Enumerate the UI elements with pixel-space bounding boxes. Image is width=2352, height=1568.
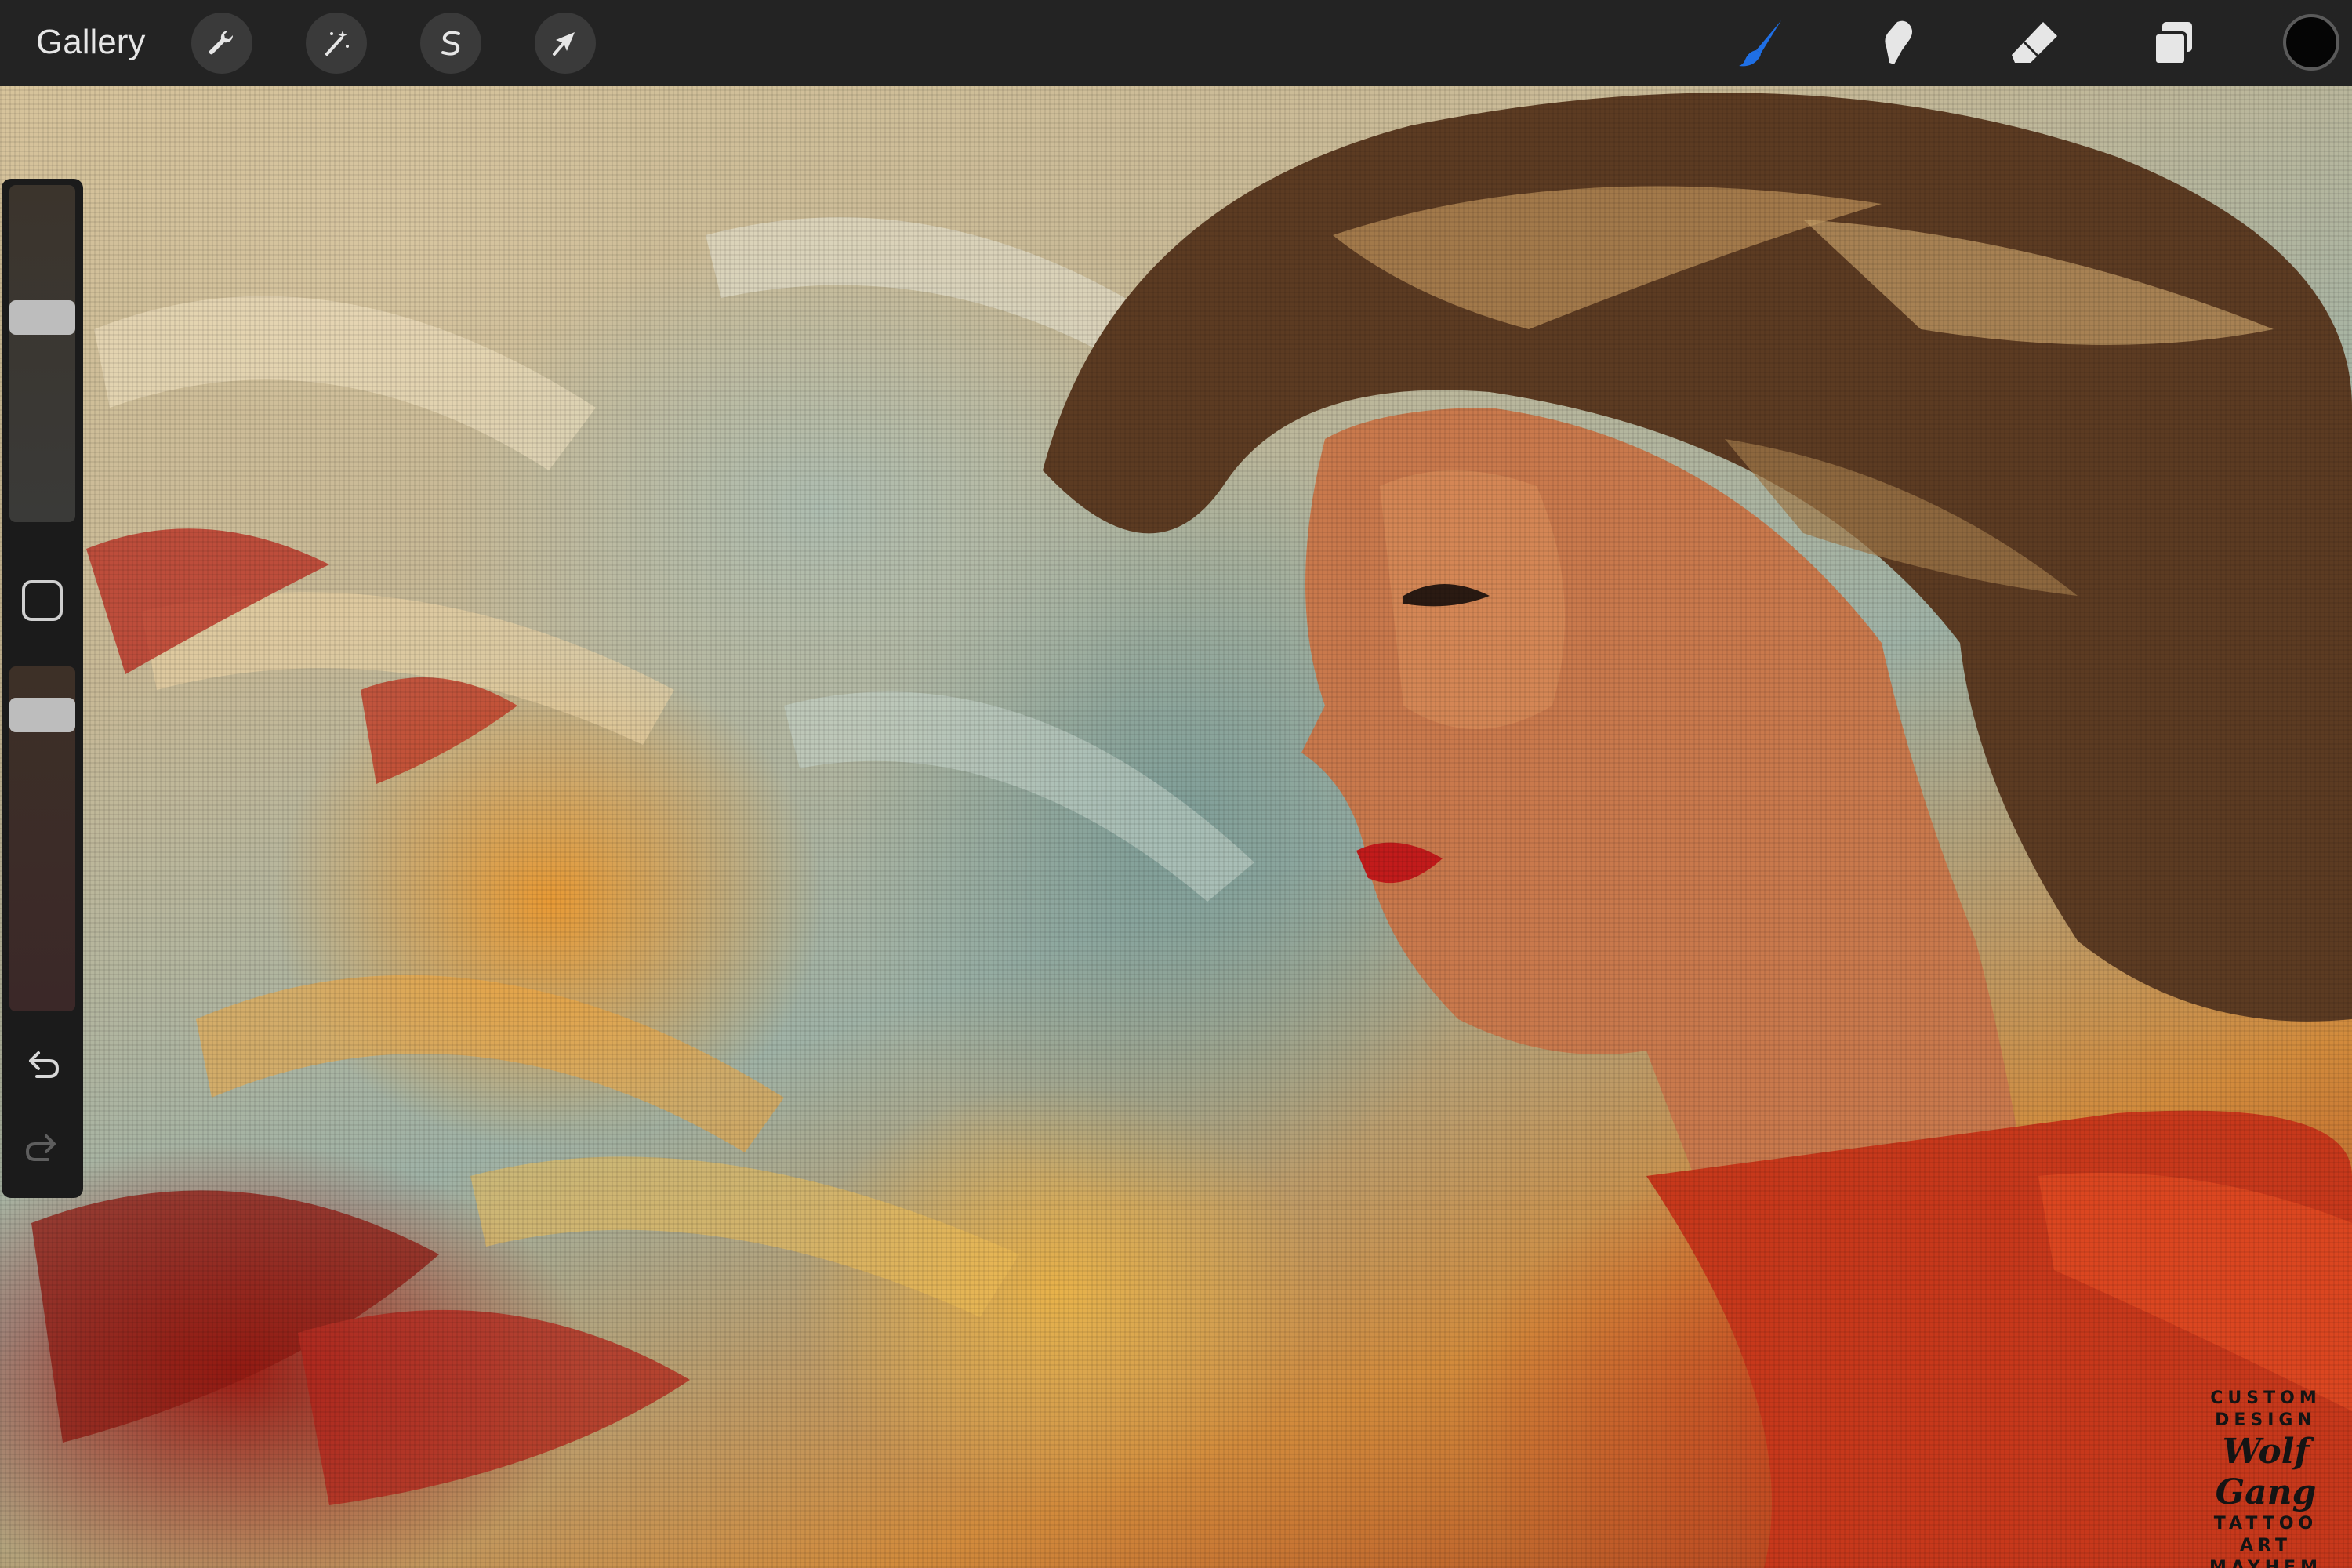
smudge-icon xyxy=(1885,20,1912,65)
left-sidebar xyxy=(2,179,83,1198)
color-picker-button[interactable] xyxy=(2283,14,2339,71)
brush-icon xyxy=(1739,20,1781,67)
layers-button[interactable] xyxy=(2145,14,2203,72)
procreate-app: Gallery CUSTOM DESIGN Wolf Gang TATTOO A… xyxy=(0,0,2352,1568)
redo-icon xyxy=(25,1134,56,1161)
brush-size-slider-thumb[interactable] xyxy=(9,300,75,335)
watermark-line-1: CUSTOM xyxy=(2210,1388,2321,1408)
magic-wand-icon xyxy=(325,31,349,56)
selection-button[interactable] xyxy=(420,13,481,74)
smudge-tool-button[interactable] xyxy=(1869,14,1927,72)
selection-s-icon xyxy=(441,31,460,56)
arrow-cursor-icon xyxy=(553,32,575,56)
watermark-line-2: DESIGN xyxy=(2215,1410,2317,1430)
brush-size-slider[interactable] xyxy=(9,185,75,522)
transform-button[interactable] xyxy=(535,13,596,74)
watermark-line-3: TATTOO ART xyxy=(2213,1514,2318,1555)
undo-button[interactable] xyxy=(19,1041,66,1088)
gallery-button[interactable]: Gallery xyxy=(36,20,145,64)
brush-tool-button[interactable] xyxy=(1733,14,1791,72)
brush-opacity-slider[interactable] xyxy=(9,666,75,1011)
top-toolbar: Gallery xyxy=(0,0,2352,86)
brush-opacity-slider-thumb[interactable] xyxy=(9,698,75,732)
painting-artwork xyxy=(31,93,2352,1568)
wrench-icon xyxy=(209,30,234,55)
artist-watermark: CUSTOM DESIGN Wolf Gang TATTOO ART MAYHE… xyxy=(2187,1388,2344,1568)
layers-icon xyxy=(2153,22,2192,66)
adjustments-button[interactable] xyxy=(306,13,367,74)
undo-icon xyxy=(29,1051,60,1078)
modify-button[interactable] xyxy=(22,580,63,621)
actions-button[interactable] xyxy=(191,13,252,74)
watermark-line-4: MAYHEM xyxy=(2209,1558,2323,1568)
watermark-script: Wolf Gang xyxy=(2215,1432,2317,1512)
eraser-tool-button[interactable] xyxy=(2005,14,2063,72)
eraser-icon xyxy=(2012,22,2057,63)
drawing-canvas[interactable] xyxy=(0,0,2352,1568)
redo-button[interactable] xyxy=(19,1124,66,1171)
